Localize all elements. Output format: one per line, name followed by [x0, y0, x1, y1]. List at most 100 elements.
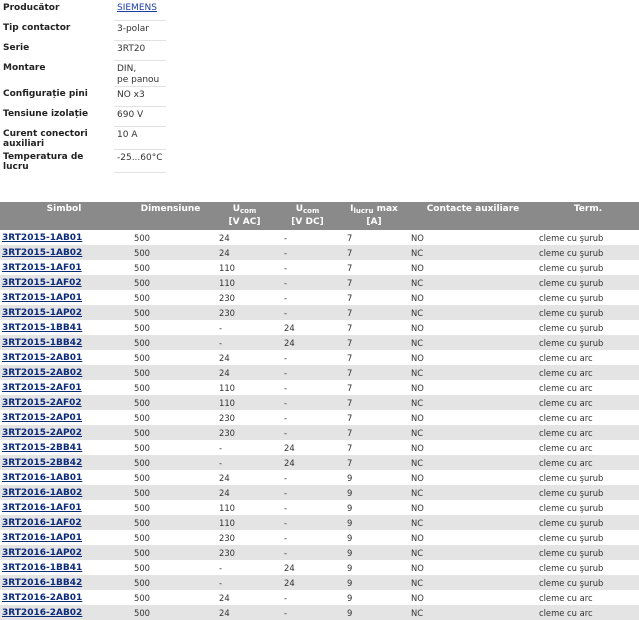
product-link[interactable]: 3RT2015-2AP01 [2, 413, 82, 423]
symbol-cell[interactable]: 3RT2015-2BB42 [0, 455, 128, 470]
ucom-dc-cell: - [276, 230, 339, 245]
symbol-cell[interactable]: 3RT2015-1AF01 [0, 260, 128, 275]
table-row: 3RT2016-2AB02 500 24-9 NC cleme cu arc [0, 605, 639, 620]
product-link[interactable]: 3RT2015-1BB41 [2, 323, 82, 333]
product-link[interactable]: 3RT2016-1BB42 [2, 578, 82, 588]
dimension-cell: 500 [128, 275, 213, 290]
product-link[interactable]: 3RT2015-1AB02 [2, 248, 82, 258]
spec-value: NO x3 [114, 86, 166, 107]
product-link[interactable]: 3RT2015-1BB42 [2, 338, 82, 348]
symbol-cell[interactable]: 3RT2015-1AP02 [0, 305, 128, 320]
term-cell: cleme cu arc [537, 380, 639, 395]
spec-row: Curent conectori auxiliari 10 A [0, 126, 166, 150]
spec-label: Serie [3, 43, 30, 53]
product-link[interactable]: 3RT2016-1AB01 [2, 473, 82, 483]
product-link[interactable]: 3RT2015-1AF01 [2, 263, 82, 273]
ucom-ac-cell: 230 [213, 530, 276, 545]
products-table: Simbol Dimensiune Ucom [V AC] Ucom [V DC] … [0, 202, 639, 620]
symbol-cell[interactable]: 3RT2015-2AP01 [0, 410, 128, 425]
term-cell: cleme cu şurub [537, 230, 639, 245]
symbol-cell[interactable]: 3RT2016-1BB42 [0, 575, 128, 590]
dimension-cell: 500 [128, 485, 213, 500]
ilucru-cell: 9 [339, 590, 409, 605]
symbol-cell[interactable]: 3RT2016-1AP01 [0, 530, 128, 545]
aux-contacts-cell: NO [409, 350, 537, 365]
symbol-cell[interactable]: 3RT2016-1BB41 [0, 560, 128, 575]
product-link[interactable]: 3RT2015-2BB42 [2, 458, 82, 468]
manufacturer-link[interactable]: SIEMENS [117, 3, 157, 13]
ucom-dc-cell: 24 [276, 560, 339, 575]
symbol-cell[interactable]: 3RT2015-2AB02 [0, 365, 128, 380]
product-link[interactable]: 3RT2016-2AB01 [2, 593, 82, 603]
ilucru-cell: 7 [339, 305, 409, 320]
symbol-cell[interactable]: 3RT2016-1AF02 [0, 515, 128, 530]
symbol-cell[interactable]: 3RT2016-2AB01 [0, 590, 128, 605]
ucom-dc-cell: - [276, 260, 339, 275]
spec-label: Tensiune izolație [3, 109, 89, 119]
product-link[interactable]: 3RT2015-2AB02 [2, 368, 82, 378]
header-term[interactable]: Term. [537, 202, 639, 230]
symbol-cell[interactable]: 3RT2015-1AB02 [0, 245, 128, 260]
spec-value[interactable]: SIEMENS [114, 0, 166, 21]
spec-row: Configurație pini NO x3 [0, 86, 166, 107]
symbol-cell[interactable]: 3RT2015-2AB01 [0, 350, 128, 365]
product-link[interactable]: 3RT2015-1AP01 [2, 293, 82, 303]
symbol-cell[interactable]: 3RT2016-1AB01 [0, 470, 128, 485]
symbol-cell[interactable]: 3RT2016-2AB02 [0, 605, 128, 620]
term-cell: cleme cu şurub [537, 245, 639, 260]
symbol-cell[interactable]: 3RT2016-1AF01 [0, 500, 128, 515]
header-dimension[interactable]: Dimensiune [128, 202, 213, 230]
dimension-cell: 500 [128, 305, 213, 320]
ucom-ac-cell: 110 [213, 260, 276, 275]
spec-row: Tip contactor 3-polar [0, 20, 166, 41]
dimension-cell: 500 [128, 410, 213, 425]
product-link[interactable]: 3RT2015-2AF01 [2, 383, 82, 393]
ilucru-cell: 7 [339, 395, 409, 410]
product-link[interactable]: 3RT2016-2AB02 [2, 608, 82, 618]
ucom-dc-cell: - [276, 245, 339, 260]
product-link[interactable]: 3RT2015-1AF02 [2, 278, 82, 288]
dimension-cell: 500 [128, 530, 213, 545]
product-link[interactable]: 3RT2015-2AP02 [2, 428, 82, 438]
ucom-ac-cell: 24 [213, 470, 276, 485]
product-link[interactable]: 3RT2016-1BB41 [2, 563, 82, 573]
symbol-cell[interactable]: 3RT2015-2BB41 [0, 440, 128, 455]
product-link[interactable]: 3RT2015-1AP02 [2, 308, 82, 318]
product-link[interactable]: 3RT2016-1AP02 [2, 548, 82, 558]
table-row: 3RT2016-1AB01 500 24-9 NO cleme cu şurub [0, 470, 639, 485]
ucom-ac-cell: - [213, 560, 276, 575]
aux-contacts-cell: NC [409, 395, 537, 410]
product-link[interactable]: 3RT2016-1AP01 [2, 533, 82, 543]
product-link[interactable]: 3RT2015-2AF02 [2, 398, 82, 408]
symbol-cell[interactable]: 3RT2015-2AP02 [0, 425, 128, 440]
aux-contacts-cell: NO [409, 260, 537, 275]
product-link[interactable]: 3RT2015-2BB41 [2, 443, 82, 453]
product-link[interactable]: 3RT2015-2AB01 [2, 353, 82, 363]
symbol-cell[interactable]: 3RT2015-1AB01 [0, 230, 128, 245]
ilucru-cell: 7 [339, 455, 409, 470]
symbol-cell[interactable]: 3RT2015-2AF02 [0, 395, 128, 410]
product-link[interactable]: 3RT2016-1AB02 [2, 488, 82, 498]
aux-contacts-cell: NC [409, 335, 537, 350]
term-cell: cleme cu arc [537, 455, 639, 470]
symbol-cell[interactable]: 3RT2015-1BB42 [0, 335, 128, 350]
symbol-cell[interactable]: 3RT2016-1AP02 [0, 545, 128, 560]
dimension-cell: 500 [128, 350, 213, 365]
header-ucom-dc[interactable]: Ucom [V DC] [276, 202, 339, 230]
symbol-cell[interactable]: 3RT2015-1BB41 [0, 320, 128, 335]
spec-value: 10 A [114, 126, 166, 150]
header-symbol[interactable]: Simbol [0, 202, 128, 230]
header-ucom-ac[interactable]: Ucom [V AC] [213, 202, 276, 230]
product-link[interactable]: 3RT2016-1AF02 [2, 518, 82, 528]
symbol-cell[interactable]: 3RT2015-2AF01 [0, 380, 128, 395]
symbol-cell[interactable]: 3RT2015-1AP01 [0, 290, 128, 305]
header-aux-contacts[interactable]: Contacte auxiliare [409, 202, 537, 230]
product-link[interactable]: 3RT2016-1AF01 [2, 503, 82, 513]
table-row: 3RT2016-1AB02 500 24-9 NC cleme cu şurub [0, 485, 639, 500]
spec-value-text: 3-polar [117, 23, 149, 34]
symbol-cell[interactable]: 3RT2015-1AF02 [0, 275, 128, 290]
ilucru-cell: 7 [339, 290, 409, 305]
product-link[interactable]: 3RT2015-1AB01 [2, 233, 82, 243]
symbol-cell[interactable]: 3RT2016-1AB02 [0, 485, 128, 500]
header-ilucru[interactable]: Ilucru max [A] [339, 202, 409, 230]
